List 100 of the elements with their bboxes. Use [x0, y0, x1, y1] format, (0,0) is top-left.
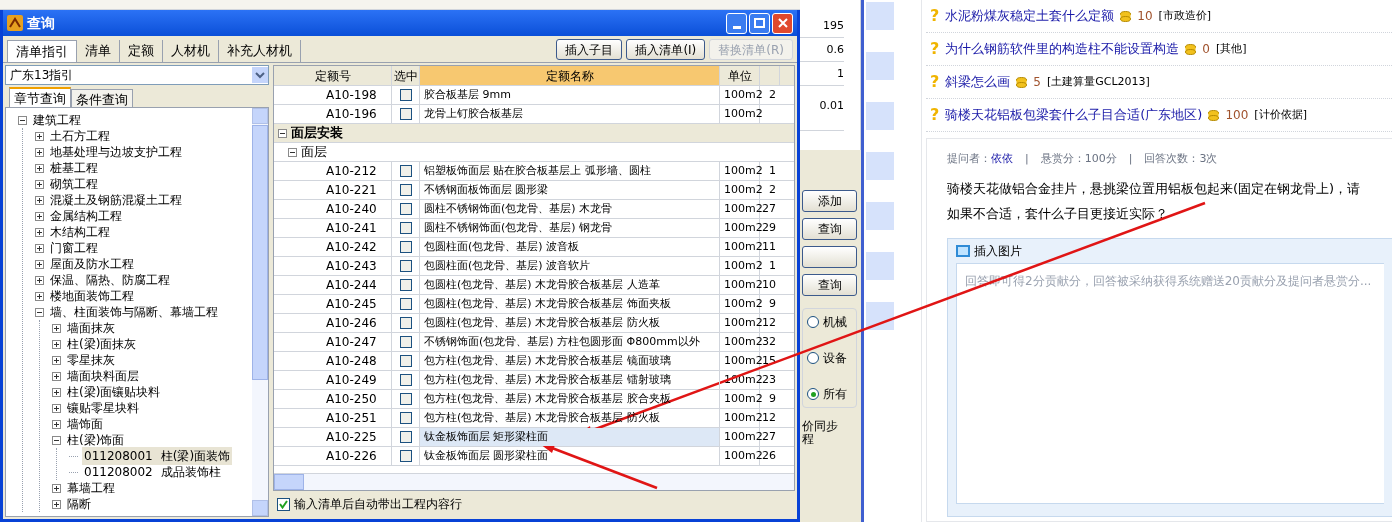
collapse-icon[interactable] — [35, 307, 44, 317]
checkbox[interactable] — [399, 165, 412, 177]
expand-icon[interactable] — [35, 179, 44, 189]
tab[interactable]: 章节查询 — [9, 87, 71, 107]
expand-icon[interactable] — [52, 371, 61, 381]
checkbox[interactable] — [399, 89, 412, 101]
side-button[interactable]: 查询 — [802, 218, 857, 240]
minimize-button[interactable] — [726, 12, 747, 34]
collapse-icon[interactable] — [52, 435, 61, 445]
toolbar-button[interactable]: 插入子目 — [556, 39, 623, 60]
expand-icon[interactable] — [35, 131, 44, 141]
collapse-icon[interactable] — [18, 115, 27, 125]
checkbox[interactable] — [277, 497, 290, 511]
expand-icon[interactable] — [52, 403, 61, 413]
question-link[interactable]: 骑楼天花铝板包梁套什么子目合适(广东地区) — [945, 105, 1203, 125]
expand-icon[interactable] — [52, 339, 61, 349]
tree-item[interactable]: 柱(梁)饰面 — [65, 431, 127, 449]
tree-item[interactable]: 混凝土及钢筋混凝土工程 — [48, 191, 184, 209]
expand-icon[interactable] — [35, 243, 44, 253]
tree-item[interactable]: 镶贴零星块料 — [65, 399, 141, 417]
table-cell[interactable]: 包圆柱面(包龙骨、基层) 波音软片 — [420, 257, 720, 275]
expand-icon[interactable] — [35, 259, 44, 269]
expand-icon[interactable] — [52, 499, 61, 509]
side-button[interactable]: 添加 — [802, 190, 857, 212]
radio-button[interactable] — [807, 388, 819, 400]
insert-image-button[interactable]: 插入图片 — [974, 241, 1022, 260]
tree-item[interactable]: 墙面抹灰 — [65, 319, 117, 337]
asker-link[interactable]: 依依 — [991, 151, 1013, 168]
question-link[interactable]: 为什么钢筋软件里的构造柱不能设置构造 — [945, 39, 1180, 59]
table-cell[interactable]: 龙骨上钉胶合板基层 — [420, 105, 720, 123]
tree-item[interactable]: 砌筑工程 — [48, 175, 100, 193]
tree-item[interactable]: 金属结构工程 — [48, 207, 124, 225]
expand-icon[interactable] — [35, 291, 44, 301]
toolbar-button[interactable]: 插入清单(I) — [626, 39, 706, 60]
table-cell[interactable]: 圆柱不锈钢饰面(包龙骨、基层) 钢龙骨 — [420, 219, 720, 237]
expand-icon[interactable] — [52, 419, 61, 429]
side-button[interactable]: 查询 — [802, 274, 857, 296]
checkbox[interactable] — [399, 450, 412, 462]
tree-item[interactable]: 桩基工程 — [48, 159, 100, 177]
table-cell[interactable]: 不锈钢饰面(包龙骨、基层) 方柱包圆形面 Φ800mm以外 — [420, 333, 720, 351]
column-header[interactable]: 定额名称 — [420, 66, 720, 85]
tree-item[interactable]: 011208002 成品装饰柱 — [82, 463, 223, 481]
table-cell[interactable]: 包圆柱面(包龙骨、基层) 波音板 — [420, 238, 720, 256]
checkbox[interactable] — [399, 298, 412, 310]
close-button[interactable] — [772, 12, 793, 34]
expand-icon[interactable] — [35, 211, 44, 221]
column-header[interactable]: 定额号 — [274, 66, 392, 85]
table-cell[interactable]: 包圆柱(包龙骨、基层) 木龙骨胶合板基层 饰面夹板 — [420, 295, 720, 313]
expand-icon[interactable] — [52, 387, 61, 397]
tree-item[interactable]: 地基处理与边坡支护工程 — [48, 143, 184, 161]
table-cell[interactable]: 不锈钢面板饰面层 圆形梁 — [420, 181, 720, 199]
tree-item[interactable]: 墙、柱面装饰与隔断、幕墙工程 — [48, 303, 220, 321]
tree-item[interactable]: 隔断 — [65, 495, 93, 513]
checkbox[interactable] — [399, 317, 412, 329]
table-cell[interactable]: 胶合板基层 9mm — [420, 86, 720, 104]
tree-item[interactable]: 门窗工程 — [48, 239, 100, 257]
tab[interactable]: 人材机 — [163, 40, 219, 62]
collapse-icon[interactable] — [288, 147, 297, 157]
checkbox[interactable] — [399, 412, 412, 424]
checkbox[interactable] — [399, 431, 412, 443]
table-cell[interactable]: 包圆柱(包龙骨、基层) 木龙骨胶合板基层 人造革 — [420, 276, 720, 294]
checkbox[interactable] — [399, 279, 412, 291]
tab[interactable]: 补充人材机 — [219, 40, 301, 62]
table-cell[interactable]: 包圆柱(包龙骨、基层) 木龙骨胶合板基层 防火板 — [420, 314, 720, 332]
checkbox[interactable] — [399, 374, 412, 386]
radio-button[interactable] — [807, 316, 819, 328]
table-cell[interactable]: 铝塑板饰面层 贴在胶合板基层上 弧形墙、圆柱 — [420, 162, 720, 180]
scrollbar[interactable] — [252, 108, 268, 516]
expand-icon[interactable] — [35, 147, 44, 157]
checkbox[interactable] — [399, 241, 412, 253]
tab[interactable]: 清单 — [77, 40, 120, 62]
column-header[interactable]: 单位 — [720, 66, 760, 85]
tab[interactable]: 清单指引 — [7, 40, 77, 62]
tree-item[interactable]: 墙饰面 — [65, 415, 105, 433]
tree-item[interactable]: 幕墙工程 — [65, 479, 117, 497]
table-cell[interactable]: 包方柱(包龙骨、基层) 木龙骨胶合板基层 胶合夹板 — [420, 390, 720, 408]
tree-item[interactable]: 零星抹灰 — [65, 351, 117, 369]
tree-item[interactable]: 楼地面装饰工程 — [48, 287, 136, 305]
expand-icon[interactable] — [52, 483, 61, 493]
scrollbar[interactable] — [274, 474, 304, 490]
expand-icon[interactable] — [35, 227, 44, 237]
table-cell[interactable]: 包方柱(包龙骨、基层) 木龙骨胶合板基层 镭射玻璃 — [420, 371, 720, 389]
tree-item[interactable]: 木结构工程 — [48, 223, 112, 241]
checkbox[interactable] — [399, 222, 412, 234]
tree-item[interactable]: 柱(梁)面镶贴块料 — [65, 383, 163, 401]
expand-icon[interactable] — [52, 355, 61, 365]
question-link[interactable]: 水泥粉煤灰稳定土套什么定额 — [945, 6, 1115, 26]
tree-item[interactable]: 屋面及防水工程 — [48, 255, 136, 273]
tree-item[interactable]: 011208001 柱(梁)面装饰 — [82, 447, 233, 465]
expand-icon[interactable] — [52, 323, 61, 333]
checkbox[interactable] — [399, 108, 412, 120]
tree-item[interactable]: 土石方工程 — [48, 127, 112, 145]
expand-icon[interactable] — [35, 163, 44, 173]
expand-icon[interactable] — [35, 275, 44, 285]
guide-select[interactable]: 广东13指引 — [5, 65, 269, 85]
tree-item[interactable]: 建筑工程 — [31, 111, 83, 129]
checkbox[interactable] — [399, 184, 412, 196]
tab[interactable]: 条件查询 — [71, 89, 133, 107]
tree-item[interactable]: 柱(梁)面抹灰 — [65, 335, 139, 353]
tab[interactable]: 定额 — [120, 40, 163, 62]
